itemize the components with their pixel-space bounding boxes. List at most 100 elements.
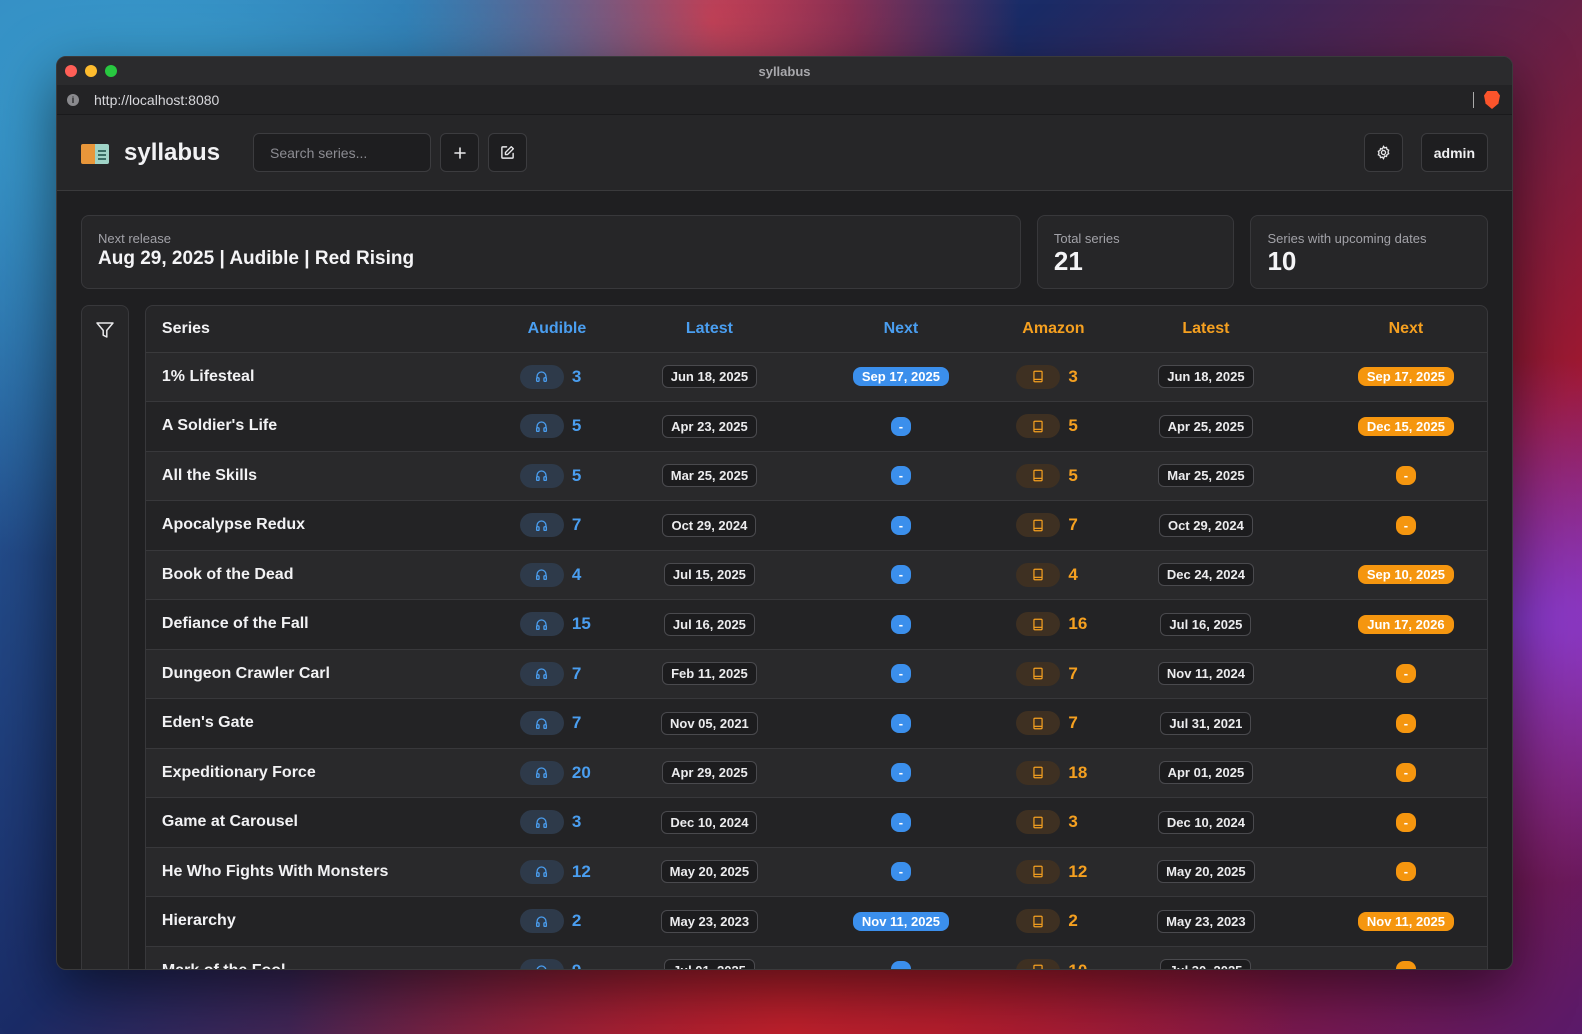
audible-next-cell: - xyxy=(786,599,1015,650)
column-header-amazon[interactable]: Amazon xyxy=(1014,306,1092,353)
column-header-audible-latest[interactable]: Latest xyxy=(631,306,787,353)
table-row[interactable]: Game at Carousel 3 Dec 10, 2024 - 3 Dec 10, 2… xyxy=(145,797,1487,848)
series-name[interactable]: Defiance of the Fall xyxy=(145,599,482,650)
audible-count: 5 xyxy=(519,463,594,488)
series-name[interactable]: Dungeon Crawler Carl xyxy=(145,649,482,699)
table-row[interactable]: All the Skills 5 Mar 25, 2025 - 5 Mar 25, 202… xyxy=(145,451,1487,501)
series-table: Series Audible Latest Next Amazon Latest… xyxy=(145,306,1487,969)
audible-count-value: 12 xyxy=(571,861,591,881)
column-header-audible[interactable]: Audible xyxy=(481,306,632,353)
amazon-count: 2 xyxy=(1016,909,1090,934)
address-bar[interactable]: i http://localhost:8080 xyxy=(57,85,1512,115)
amazon-latest-cell: Jul 31, 2021 xyxy=(1091,698,1320,749)
amazon-count: 5 xyxy=(1016,463,1090,488)
amazon-count-value: 16 xyxy=(1068,614,1088,634)
table-row[interactable]: Dungeon Crawler Carl 7 Feb 11, 2025 - 7 Nov 1… xyxy=(145,649,1487,699)
table-row[interactable]: Mark of the Fool 9 Jul 01, 2025 - 10 Jul 30, … xyxy=(145,946,1487,969)
series-name[interactable]: He Who Fights With Monsters xyxy=(145,847,482,897)
table-header-row: Series Audible Latest Next Amazon Latest… xyxy=(145,306,1487,353)
filter-icon[interactable] xyxy=(95,320,115,340)
amazon-count: 7 xyxy=(1016,661,1090,686)
book-icon xyxy=(1016,760,1061,785)
audible-latest-date: Apr 29, 2025 xyxy=(662,761,757,785)
column-header-series[interactable]: Series xyxy=(145,306,482,353)
audible-count-value: 15 xyxy=(571,614,591,634)
amazon-count: 16 xyxy=(1016,612,1090,637)
series-name[interactable]: Expeditionary Force xyxy=(145,748,482,798)
amazon-latest-cell: Oct 29, 2024 xyxy=(1091,500,1320,551)
headphones-icon xyxy=(519,859,564,884)
amazon-next-badge: - xyxy=(1395,961,1417,969)
column-header-amazon-next[interactable]: Next xyxy=(1319,306,1487,353)
amazon-latest-date: Jul 31, 2021 xyxy=(1160,711,1252,735)
series-name[interactable]: All the Skills xyxy=(145,451,482,501)
column-header-amazon-latest[interactable]: Latest xyxy=(1091,306,1320,353)
series-name[interactable]: A Soldier's Life xyxy=(145,401,482,452)
audible-count: 20 xyxy=(519,760,594,785)
title-bar: syllabus xyxy=(57,57,1512,85)
logo[interactable]: syllabus xyxy=(81,139,253,167)
table-row[interactable]: A Soldier's Life 5 Apr 23, 2025 - 5 Apr 25, 2… xyxy=(145,401,1487,452)
amazon-latest-date: Mar 25, 2025 xyxy=(1158,464,1254,488)
amazon-next-cell: - xyxy=(1319,946,1487,969)
amazon-next-cell: - xyxy=(1319,649,1487,699)
table-row[interactable]: Book of the Dead 4 Jul 15, 2025 - 4 Dec 24, 2… xyxy=(145,550,1487,600)
audible-next-cell: - xyxy=(786,401,1015,452)
audible-latest-date: May 23, 2023 xyxy=(660,909,759,933)
table-row[interactable]: Hierarchy 2 May 23, 2023 Nov 11, 2025 2 May 2… xyxy=(145,896,1487,947)
series-name[interactable]: Game at Carousel xyxy=(145,797,482,848)
amazon-next-badge: - xyxy=(1395,812,1417,832)
audible-count: 7 xyxy=(519,711,594,736)
series-name[interactable]: Mark of the Fool xyxy=(145,946,482,969)
table-row[interactable]: Apocalypse Redux 7 Oct 29, 2024 - 7 Oct 29, 2… xyxy=(145,500,1487,551)
amazon-latest-date: Nov 11, 2024 xyxy=(1157,662,1254,686)
next-release-value: Aug 29, 2025 | Audible | Red Rising xyxy=(98,248,415,269)
info-icon[interactable]: i xyxy=(67,93,79,106)
edit-button[interactable] xyxy=(488,133,527,172)
url-text[interactable]: http://localhost:8080 xyxy=(94,92,219,108)
audible-latest-date: May 20, 2025 xyxy=(660,860,759,884)
table-row[interactable]: 1% Lifesteal 3 Jun 18, 2025 Sep 17, 2025 3 Ju… xyxy=(145,352,1487,402)
series-name[interactable]: 1% Lifesteal xyxy=(145,352,482,402)
amazon-count: 7 xyxy=(1016,513,1090,538)
amazon-count: 3 xyxy=(1016,364,1090,389)
maximize-window-button[interactable] xyxy=(105,65,117,77)
table-row[interactable]: He Who Fights With Monsters 12 May 20, 202… xyxy=(145,847,1487,897)
table-row[interactable]: Expeditionary Force 20 Apr 29, 2025 - 18 Apr … xyxy=(145,748,1487,798)
audible-next-badge: - xyxy=(890,713,912,733)
audible-next-badge: - xyxy=(890,961,912,969)
book-icon xyxy=(1016,859,1061,884)
audible-next-cell: - xyxy=(786,649,1015,699)
amazon-next-cell: - xyxy=(1319,847,1487,897)
audible-latest-cell: Oct 29, 2024 xyxy=(631,500,787,551)
series-name[interactable]: Hierarchy xyxy=(145,896,482,947)
add-series-button[interactable] xyxy=(440,133,479,172)
book-icon xyxy=(1016,364,1061,389)
column-header-audible-next[interactable]: Next xyxy=(786,306,1015,353)
header-actions: admin xyxy=(1363,133,1488,172)
amazon-next-badge: - xyxy=(1395,466,1417,486)
amazon-count-cell: 3 xyxy=(1014,797,1092,848)
audible-next-badge: - xyxy=(890,812,912,832)
amazon-count: 10 xyxy=(1016,958,1090,969)
series-name[interactable]: Apocalypse Redux xyxy=(145,500,482,551)
brave-shield-icon[interactable] xyxy=(1484,91,1500,109)
search-input[interactable] xyxy=(253,133,431,172)
amazon-latest-cell: Apr 25, 2025 xyxy=(1091,401,1320,452)
user-menu-button[interactable]: admin xyxy=(1420,133,1488,172)
total-series-label: Total series xyxy=(1053,231,1120,246)
table-row[interactable]: Eden's Gate 7 Nov 05, 2021 - 7 Jul 31, 2021 - xyxy=(145,698,1487,749)
settings-button[interactable] xyxy=(1363,133,1403,172)
book-icon xyxy=(1016,414,1061,439)
amazon-count: 18 xyxy=(1016,760,1090,785)
audible-next-badge: - xyxy=(890,664,912,684)
audible-count-cell: 15 xyxy=(481,599,632,650)
close-window-button[interactable] xyxy=(65,65,77,77)
amazon-latest-date: May 20, 2025 xyxy=(1157,860,1255,884)
series-name[interactable]: Book of the Dead xyxy=(145,550,482,600)
audible-count-cell: 3 xyxy=(481,352,632,402)
table-row[interactable]: Defiance of the Fall 15 Jul 16, 2025 - 16 Jul… xyxy=(145,599,1487,650)
headphones-icon xyxy=(519,661,564,686)
series-name[interactable]: Eden's Gate xyxy=(145,698,482,749)
minimize-window-button[interactable] xyxy=(85,65,97,77)
